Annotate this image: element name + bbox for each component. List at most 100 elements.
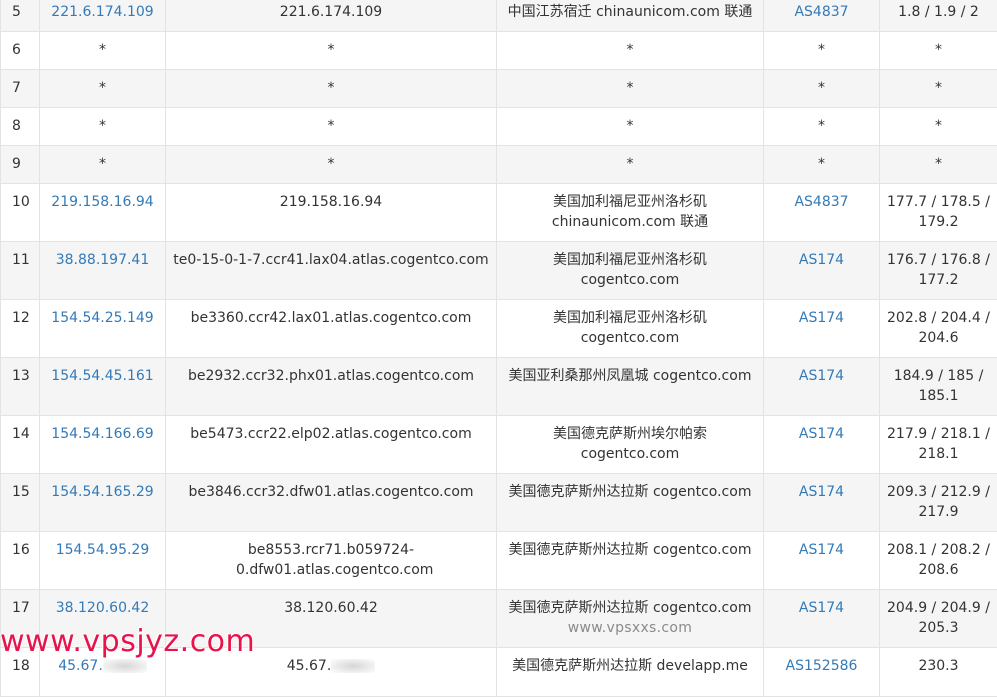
latency-line1: 209.3 / 212.9 / — [887, 484, 990, 500]
location-line1: 美国德克萨斯州达拉斯 cogentco.com — [509, 542, 752, 558]
ip-link[interactable]: 45.67. — [58, 658, 103, 674]
location: 美国德克萨斯州达拉斯 cogentco.com — [497, 532, 764, 590]
ip-cell: 38.88.197.41 — [40, 242, 166, 300]
asn-cell: * — [764, 32, 880, 70]
ip-cell: * — [40, 32, 166, 70]
redacted-blur — [103, 659, 147, 673]
table-row: 16 154.54.95.29 be8553.rcr71.b059724-0.d… — [1, 532, 997, 590]
ip-link[interactable]: 221.6.174.109 — [51, 4, 153, 20]
latency: 204.9 / 204.9 /205.3 — [880, 590, 997, 648]
ip-link[interactable]: 154.54.95.29 — [56, 542, 150, 558]
asn-link[interactable]: AS4837 — [794, 194, 848, 210]
location-line1: 美国德克萨斯州达拉斯 cogentco.com — [509, 484, 752, 500]
hop-number: 12 — [1, 300, 40, 358]
asn-link[interactable]: AS4837 — [794, 4, 848, 20]
ip-link[interactable]: 219.158.16.94 — [51, 194, 153, 210]
latency-line1: 184.9 / 185 / — [894, 368, 984, 384]
asn-cell: * — [764, 146, 880, 184]
ip-link[interactable]: 154.54.25.149 — [51, 310, 153, 326]
table-row: 9 * * * * * — [1, 146, 997, 184]
ip-link[interactable]: 154.54.166.69 — [51, 426, 153, 442]
location-line2: cogentco.com — [581, 446, 680, 462]
latency: * — [880, 70, 997, 108]
latency: 217.9 / 218.1 /218.1 — [880, 416, 997, 474]
location: 美国亚利桑那州凤凰城 cogentco.com — [497, 358, 764, 416]
ip-cell: * — [40, 70, 166, 108]
redacted-blur — [331, 659, 375, 673]
location-line1: 美国德克萨斯州埃尔帕索 — [553, 426, 707, 442]
latency-line1: 208.1 / 208.2 / — [887, 542, 990, 558]
asn-link[interactable]: AS174 — [799, 426, 844, 442]
table-row: 6 * * * * * — [1, 32, 997, 70]
ip-link[interactable]: 154.54.45.161 — [51, 368, 153, 384]
latency: 176.7 / 176.8 /177.2 — [880, 242, 997, 300]
latency-line1: 204.9 / 204.9 / — [887, 600, 990, 616]
table-row: 11 38.88.197.41 te0-15-0-1-7.ccr41.lax04… — [1, 242, 997, 300]
asn-cell: * — [764, 108, 880, 146]
ip-cell: 219.158.16.94 — [40, 184, 166, 242]
asn-link[interactable]: AS174 — [799, 252, 844, 268]
asn-cell: AS174 — [764, 590, 880, 648]
hop-number: 8 — [1, 108, 40, 146]
asn-cell: AS174 — [764, 474, 880, 532]
location: 美国德克萨斯州达拉斯 cogentco.com — [497, 474, 764, 532]
hostname: * — [166, 108, 497, 146]
latency: * — [880, 32, 997, 70]
location-line1: 美国加利福尼亚州洛杉矶 — [553, 194, 707, 210]
hostname: be8553.rcr71.b059724-0.dfw01.atlas.cogen… — [166, 532, 497, 590]
hostname: be3846.ccr32.dfw01.atlas.cogentco.com — [166, 474, 497, 532]
latency: * — [880, 108, 997, 146]
latency: 177.7 / 178.5 / 179.2 — [880, 184, 997, 242]
ip-cell: 154.54.95.29 — [40, 532, 166, 590]
latency-line1: 1.8 / 1.9 / 2 — [898, 4, 979, 20]
hop-number: 11 — [1, 242, 40, 300]
latency-line2: 179.2 — [918, 214, 958, 230]
table-row: 8 * * * * * — [1, 108, 997, 146]
hop-number: 6 — [1, 32, 40, 70]
location: 美国德克萨斯州埃尔帕索 cogentco.com — [497, 416, 764, 474]
location: 美国加利福尼亚州洛杉矶cogentco.com — [497, 300, 764, 358]
latency-line2: 204.6 — [918, 330, 958, 346]
latency-line1: 176.7 / 176.8 / — [887, 252, 990, 268]
asn-link[interactable]: AS174 — [799, 368, 844, 384]
asn-link[interactable]: AS174 — [799, 484, 844, 500]
table-row: 13 154.54.45.161 be2932.ccr32.phx01.atla… — [1, 358, 997, 416]
latency-line1: 177.7 / 178.5 / — [887, 194, 990, 210]
ip-cell: 154.54.166.69 — [40, 416, 166, 474]
ip-cell: 221.6.174.109 — [40, 0, 166, 32]
ip-cell: 154.54.45.161 — [40, 358, 166, 416]
hop-number: 13 — [1, 358, 40, 416]
site-watermark: www.vpsjyz.com — [0, 624, 255, 659]
traceroute-table: 5 221.6.174.109 221.6.174.109 中国江苏宿迁 chi… — [0, 0, 997, 697]
asn-link[interactable]: AS174 — [799, 310, 844, 326]
latency-line1: 202.8 / 204.4 / — [887, 310, 990, 326]
asn-cell: AS174 — [764, 358, 880, 416]
latency: 209.3 / 212.9 /217.9 — [880, 474, 997, 532]
hostname: te0-15-0-1-7.ccr41.lax04.atlas.cogentco.… — [166, 242, 497, 300]
table-row: 10 219.158.16.94 219.158.16.94 美国加利福尼亚州洛… — [1, 184, 997, 242]
traceroute-body: 5 221.6.174.109 221.6.174.109 中国江苏宿迁 chi… — [1, 0, 997, 697]
latency-line2: 185.1 — [918, 388, 958, 404]
ip-link[interactable]: 154.54.165.29 — [51, 484, 153, 500]
asn-link[interactable]: AS152586 — [786, 658, 858, 674]
hop-number: 9 — [1, 146, 40, 184]
location-line1: 美国德克萨斯州达拉斯 develapp.me — [512, 658, 748, 674]
asn-link[interactable]: AS174 — [799, 542, 844, 558]
asn-link[interactable]: AS174 — [799, 600, 844, 616]
asn-cell: AS174 — [764, 300, 880, 358]
asn-cell: AS4837 — [764, 0, 880, 32]
asn-cell: * — [764, 70, 880, 108]
hop-number: 16 — [1, 532, 40, 590]
ip-link[interactable]: 38.88.197.41 — [56, 252, 150, 268]
ip-link[interactable]: 38.120.60.42 — [56, 600, 150, 616]
latency: 1.8 / 1.9 / 2 — [880, 0, 997, 32]
asn-cell: AS4837 — [764, 184, 880, 242]
latency: 184.9 / 185 / 185.1 — [880, 358, 997, 416]
hostname: be2932.ccr32.phx01.atlas.cogentco.com — [166, 358, 497, 416]
location: * — [497, 70, 764, 108]
location: * — [497, 32, 764, 70]
asn-cell: AS174 — [764, 242, 880, 300]
latency: 208.1 / 208.2 /208.6 — [880, 532, 997, 590]
location: 美国德克萨斯州达拉斯 develapp.me — [497, 648, 764, 697]
latency: * — [880, 146, 997, 184]
